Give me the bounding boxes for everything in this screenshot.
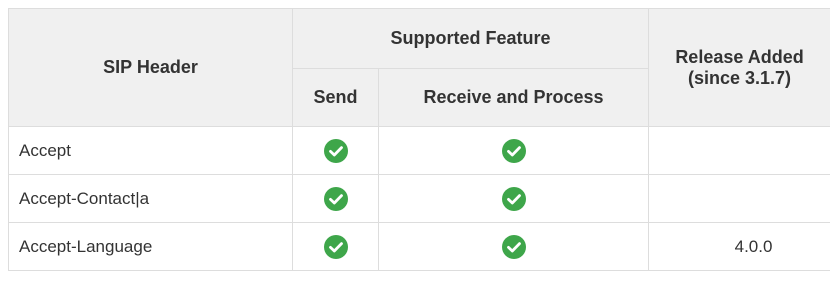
table-row: Accept-Contact|a xyxy=(8,174,830,223)
send-cell xyxy=(292,222,379,271)
table-row: Accept-Language 4.0.0 xyxy=(8,222,830,271)
sip-feature-table: SIP Header Supported Feature Release Add… xyxy=(8,8,830,271)
check-icon xyxy=(501,186,526,211)
receive-cell xyxy=(377,126,650,175)
send-cell xyxy=(292,126,379,175)
header-row-top: SIP Header Supported Feature Release Add… xyxy=(8,8,830,127)
sip-header-cell: Accept xyxy=(8,126,293,175)
column-header-sip-header: SIP Header xyxy=(8,8,293,127)
check-icon xyxy=(501,138,526,163)
table-row: Accept xyxy=(8,126,830,175)
sip-header-cell: Accept-Language xyxy=(8,222,293,271)
release-cell: 4.0.0 xyxy=(648,222,830,271)
release-cell xyxy=(648,174,830,223)
column-header-receive-and-process: Receive and Process xyxy=(377,68,650,127)
sip-header-cell: Accept-Contact|a xyxy=(8,174,293,223)
release-added-since-label: (since 3.1.7) xyxy=(687,67,792,88)
receive-cell xyxy=(377,174,650,223)
check-icon xyxy=(323,234,348,259)
receive-cell xyxy=(377,222,650,271)
release-value: 4.0.0 xyxy=(734,236,773,256)
column-header-release-added: Release Added (since 3.1.7) xyxy=(648,8,830,127)
send-cell xyxy=(292,174,379,223)
release-added-label: Release Added xyxy=(675,46,804,67)
column-header-send: Send xyxy=(292,68,379,127)
check-icon xyxy=(323,138,348,163)
check-icon xyxy=(323,186,348,211)
release-cell xyxy=(648,126,830,175)
check-icon xyxy=(501,234,526,259)
column-header-supported-feature: Supported Feature xyxy=(291,8,650,69)
